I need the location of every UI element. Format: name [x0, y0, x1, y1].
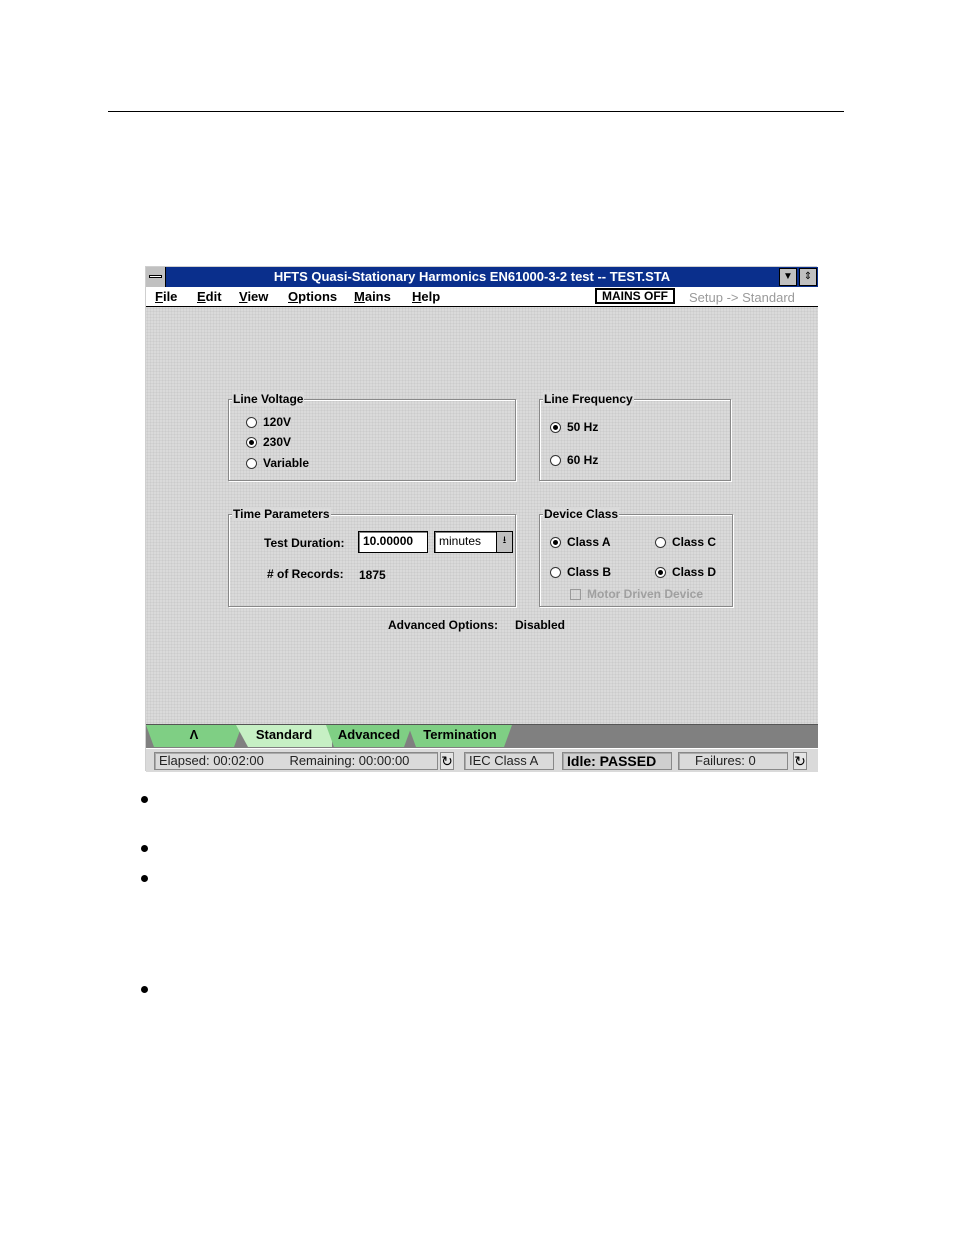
remaining-time: Remaining: 00:00:00 [289, 753, 410, 768]
window-title: HFTS Quasi-Stationary Harmonics EN61000-… [273, 269, 671, 284]
line-frequency-group: Line Frequency 50 Hz 60 Hz [539, 392, 731, 481]
radio-class-c-label: Class C [672, 535, 717, 549]
tab-advanced[interactable]: Advanced [326, 725, 412, 747]
radio-class-d-label: Class D [672, 565, 717, 579]
radio-button-icon [246, 457, 257, 469]
down-triangle-icon: ▼ [783, 271, 793, 282]
system-menu-icon [149, 275, 162, 278]
motor-driven-checkbox[interactable]: Motor Driven Device [570, 587, 703, 601]
menu-mains[interactable]: Mains [354, 289, 391, 304]
radio-variable[interactable]: Variable [246, 456, 309, 470]
radio-120v[interactable]: 120V [246, 415, 291, 429]
iec-class-field: IEC Class A [464, 752, 554, 770]
test-duration-input[interactable]: 10.00000 [358, 531, 428, 553]
device-class-group: Device Class Class A Class C Class B Cla… [539, 507, 733, 607]
motor-driven-label: Motor Driven Device [587, 587, 704, 601]
device-class-title: Device Class [543, 507, 620, 521]
dropdown-arrow-icon[interactable]: ⭳ [496, 532, 512, 552]
radio-class-b-label: Class B [567, 565, 612, 579]
radio-60hz-label: 60 Hz [567, 453, 599, 467]
radio-button-selected-icon [655, 566, 666, 578]
radio-60hz[interactable]: 60 Hz [550, 453, 598, 467]
menu-view[interactable]: View [239, 289, 268, 304]
tab-advanced-label: Advanced [337, 727, 401, 742]
title-bar: HFTS Quasi-Stationary Harmonics EN61000-… [146, 267, 818, 287]
menu-accelerator: O [288, 289, 299, 304]
test-duration-value: 10.00000 [363, 534, 414, 548]
menu-options[interactable]: Options [288, 289, 337, 304]
radio-button-icon [246, 416, 257, 428]
tab-overview[interactable]: Λ [146, 725, 242, 747]
test-duration-label: Test Duration: [264, 536, 345, 550]
menu-bar: File Edit View Options Mains Help MAINS … [146, 287, 818, 307]
menu-edit[interactable]: Edit [197, 289, 222, 304]
bullet-point [141, 845, 148, 852]
duration-unit-value: minutes [439, 534, 482, 548]
tab-termination[interactable]: Termination [408, 725, 512, 747]
up-down-arrows-icon: ⇕ [803, 271, 813, 282]
radio-50hz[interactable]: 50 Hz [550, 420, 598, 434]
menu-accelerator: V [239, 289, 248, 304]
setup-panel: Line Voltage 120V 230V Variable Line Fre… [146, 307, 818, 724]
records-value: 1875 [359, 568, 386, 582]
tab-termination-label: Termination [423, 727, 497, 742]
tab-standard-label: Standard [255, 727, 313, 742]
radio-class-c[interactable]: Class C [655, 535, 716, 549]
time-status-field: Elapsed: 00:02:00 Remaining: 00:00:00 [154, 752, 438, 770]
test-state-value: Idle: PASSED [567, 753, 657, 769]
advanced-options-value: Disabled [515, 618, 566, 632]
app-window: HFTS Quasi-Stationary Harmonics EN61000-… [145, 266, 818, 772]
duration-unit-select[interactable]: minutes ⭳ [434, 531, 513, 553]
radio-class-d[interactable]: Class D [655, 565, 716, 579]
radio-class-a-label: Class A [567, 535, 611, 549]
bullet-point [141, 875, 148, 882]
checkbox-icon [570, 588, 581, 600]
failures-field: Failures: 0 [678, 752, 788, 770]
tab-standard[interactable]: Standard [236, 725, 332, 747]
tab-strip: Λ Standard Advanced Termination [146, 724, 818, 748]
refresh-failures-icon[interactable]: ↻ [793, 752, 807, 770]
radio-button-selected-icon [246, 436, 257, 448]
failures-value: Failures: 0 [695, 753, 756, 768]
records-label: # of Records: [267, 567, 344, 581]
radio-50hz-label: 50 Hz [567, 420, 599, 434]
radio-button-selected-icon [550, 536, 561, 548]
restore-button[interactable]: ⇕ [799, 268, 817, 286]
radio-class-b[interactable]: Class B [550, 565, 611, 579]
bullet-point [141, 796, 148, 803]
radio-class-a[interactable]: Class A [550, 535, 611, 549]
status-bar: Elapsed: 00:02:00 Remaining: 00:00:00 ↻ … [146, 748, 818, 772]
mode-breadcrumb: Setup -> Standard [689, 290, 795, 305]
line-frequency-title: Line Frequency [543, 392, 634, 406]
bullet-point [141, 986, 148, 993]
radio-button-icon [550, 454, 561, 466]
advanced-options-label: Advanced Options: [388, 618, 499, 632]
menu-accelerator: M [354, 289, 365, 304]
radio-230v-label: 230V [263, 435, 292, 449]
line-voltage-title: Line Voltage [232, 392, 305, 406]
system-menu-button[interactable] [146, 267, 166, 287]
radio-variable-label: Variable [263, 456, 310, 470]
menu-help[interactable]: Help [412, 289, 440, 304]
time-parameters-group: Time Parameters Test Duration: 10.00000 … [228, 507, 516, 607]
menu-accelerator: E [197, 289, 206, 304]
time-parameters-title: Time Parameters [232, 507, 331, 521]
radio-button-selected-icon [550, 421, 561, 433]
mains-status-badge: MAINS OFF [595, 288, 675, 304]
elapsed-time: Elapsed: 00:02:00 [159, 753, 264, 768]
radio-button-icon [655, 536, 666, 548]
test-state-field: Idle: PASSED [562, 752, 672, 770]
radio-button-icon [550, 566, 561, 578]
page-header-rule [108, 111, 844, 112]
menu-accelerator: F [155, 289, 163, 304]
refresh-time-icon[interactable]: ↻ [440, 752, 454, 770]
minimize-button[interactable]: ▼ [779, 268, 797, 286]
radio-230v[interactable]: 230V [246, 435, 291, 449]
menu-file[interactable]: File [155, 289, 177, 304]
tab-overview-label: Λ [189, 727, 199, 742]
menu-accelerator: H [412, 289, 422, 304]
iec-class-value: IEC Class A [469, 753, 539, 768]
line-voltage-group: Line Voltage 120V 230V Variable [228, 392, 516, 481]
radio-120v-label: 120V [263, 415, 292, 429]
